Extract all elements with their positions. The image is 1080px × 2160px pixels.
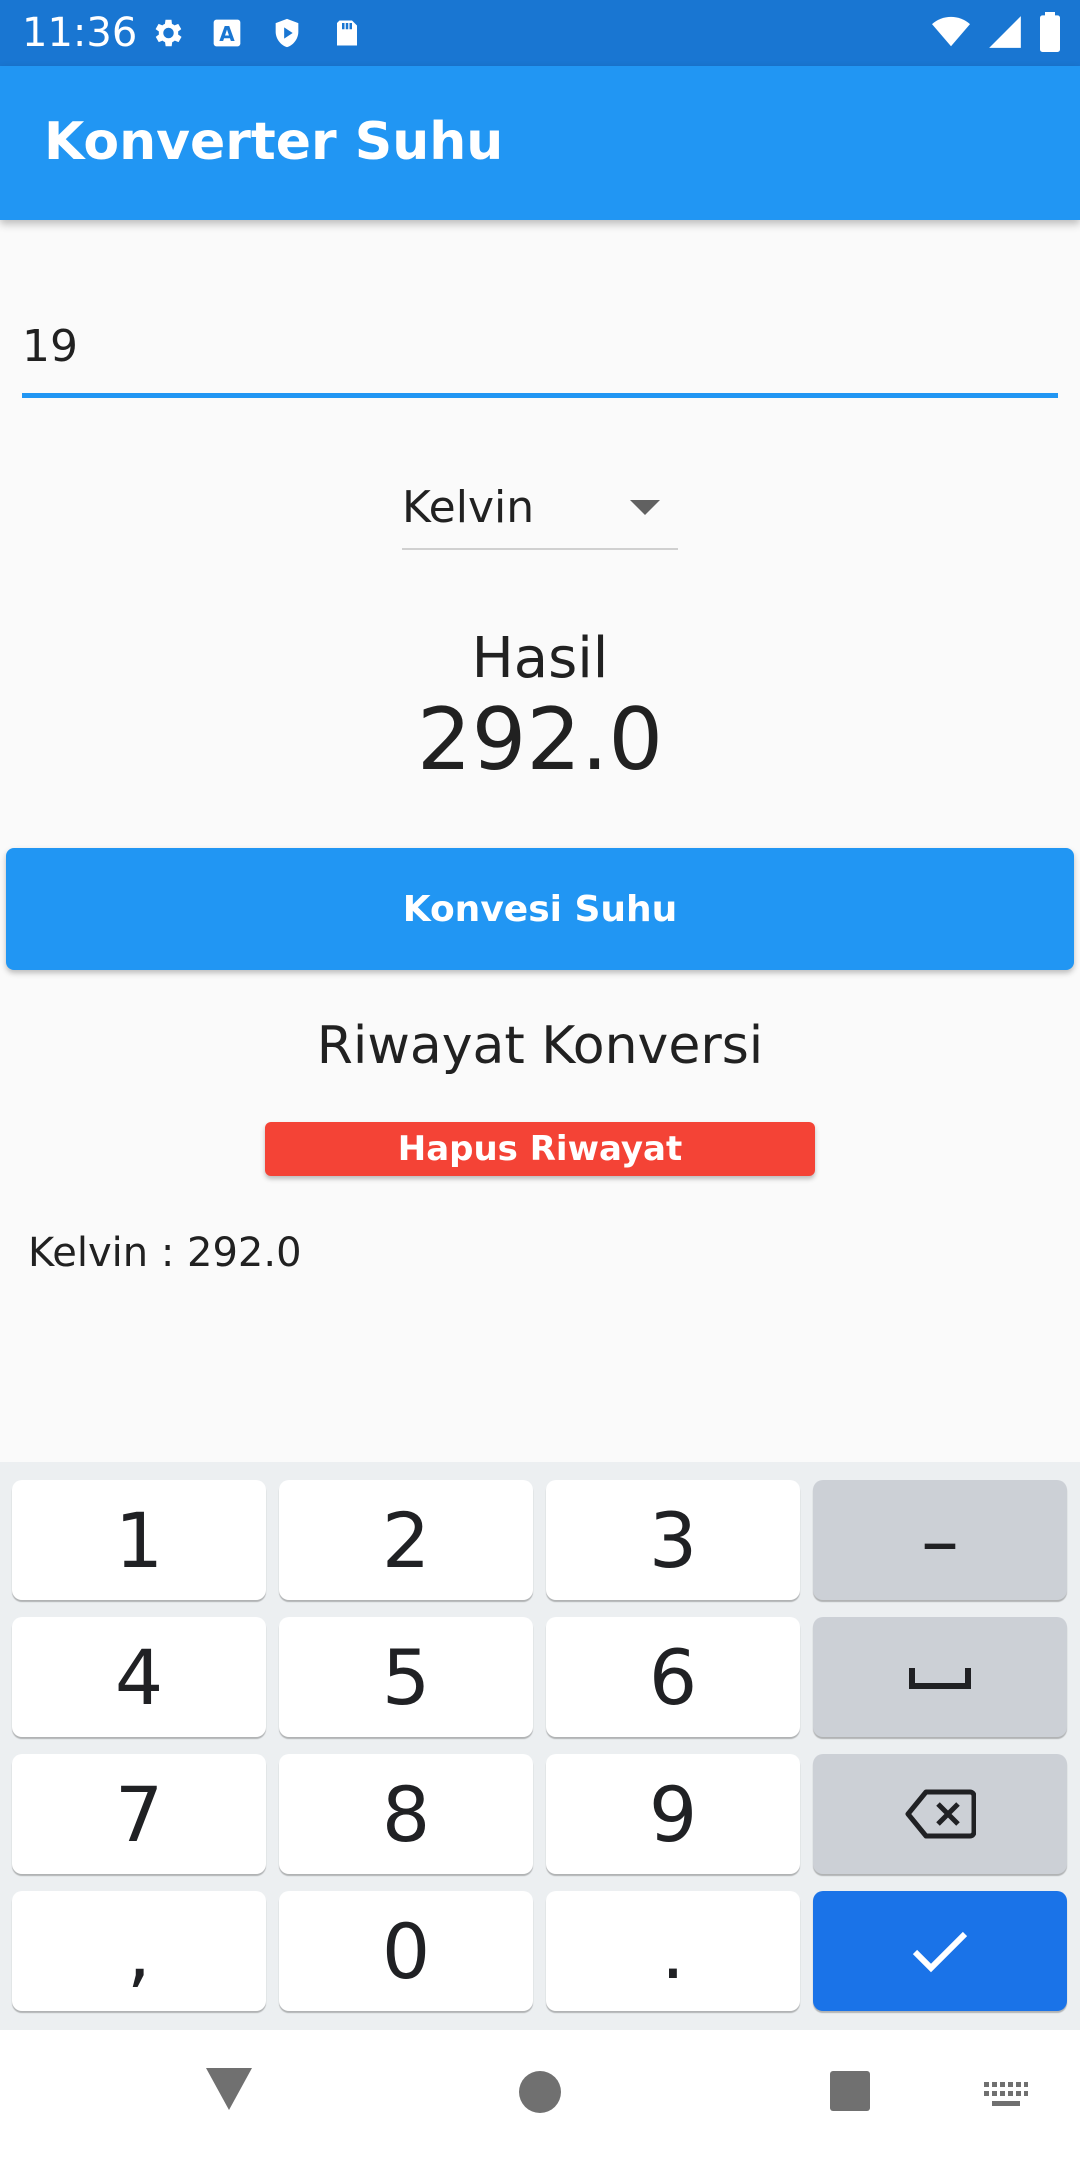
shield-play-icon xyxy=(268,14,306,52)
status-icons-right xyxy=(930,12,1062,57)
key-3[interactable]: 3 xyxy=(546,1480,800,1600)
signal-icon xyxy=(986,13,1024,56)
status-bar: 11:36 A xyxy=(0,0,1080,66)
dropdown-selected-value: Kelvin xyxy=(402,482,535,533)
key-4[interactable]: 4 xyxy=(12,1617,266,1737)
app-title: Konverter Suhu xyxy=(44,112,504,172)
status-icons-left: A xyxy=(148,14,366,52)
numeric-keyboard: 1 2 3 – 4 5 6 7 8 9 , 0 . xyxy=(0,1462,1080,2030)
history-item: Kelvin : 292.0 xyxy=(28,1230,302,1276)
key-done[interactable] xyxy=(813,1891,1067,2011)
convert-button[interactable]: Konvesi Suhu xyxy=(6,848,1074,970)
key-minus[interactable]: – xyxy=(813,1480,1067,1600)
key-space[interactable] xyxy=(813,1617,1067,1737)
keyboard-switch-icon[interactable] xyxy=(984,2082,1028,2113)
history-title: Riwayat Konversi xyxy=(316,1016,764,1076)
back-icon[interactable] xyxy=(204,2066,254,2117)
battery-icon xyxy=(1038,12,1062,57)
key-8[interactable]: 8 xyxy=(279,1754,533,1874)
key-5[interactable]: 5 xyxy=(279,1617,533,1737)
home-icon[interactable] xyxy=(518,2070,562,2119)
result-label: Hasil xyxy=(471,626,609,691)
accessibility-a-icon: A xyxy=(208,14,246,52)
svg-text:A: A xyxy=(219,22,235,46)
navigation-bar xyxy=(0,2030,1080,2160)
result-value: 292.0 xyxy=(416,690,664,790)
settings-icon xyxy=(148,14,186,52)
check-icon xyxy=(912,1931,968,1973)
key-0[interactable]: 0 xyxy=(279,1891,533,2011)
key-backspace[interactable] xyxy=(813,1754,1067,1874)
backspace-icon xyxy=(905,1789,976,1839)
app-bar: Konverter Suhu xyxy=(0,66,1080,220)
status-time: 11:36 xyxy=(22,10,138,56)
dropdown-arrow-icon xyxy=(630,500,660,515)
key-1[interactable]: 1 xyxy=(12,1480,266,1600)
recents-icon[interactable] xyxy=(829,2070,871,2117)
key-6[interactable]: 6 xyxy=(546,1617,800,1737)
temperature-input[interactable] xyxy=(22,280,1058,398)
wifi-icon xyxy=(930,13,972,56)
key-comma[interactable]: , xyxy=(12,1891,266,2011)
key-9[interactable]: 9 xyxy=(546,1754,800,1874)
sd-card-icon xyxy=(328,14,366,52)
key-period[interactable]: . xyxy=(546,1891,800,2011)
clear-history-button[interactable]: Hapus Riwayat xyxy=(265,1122,815,1176)
space-icon xyxy=(909,1668,971,1689)
unit-dropdown[interactable]: Kelvin xyxy=(402,470,678,550)
key-2[interactable]: 2 xyxy=(279,1480,533,1600)
key-7[interactable]: 7 xyxy=(12,1754,266,1874)
